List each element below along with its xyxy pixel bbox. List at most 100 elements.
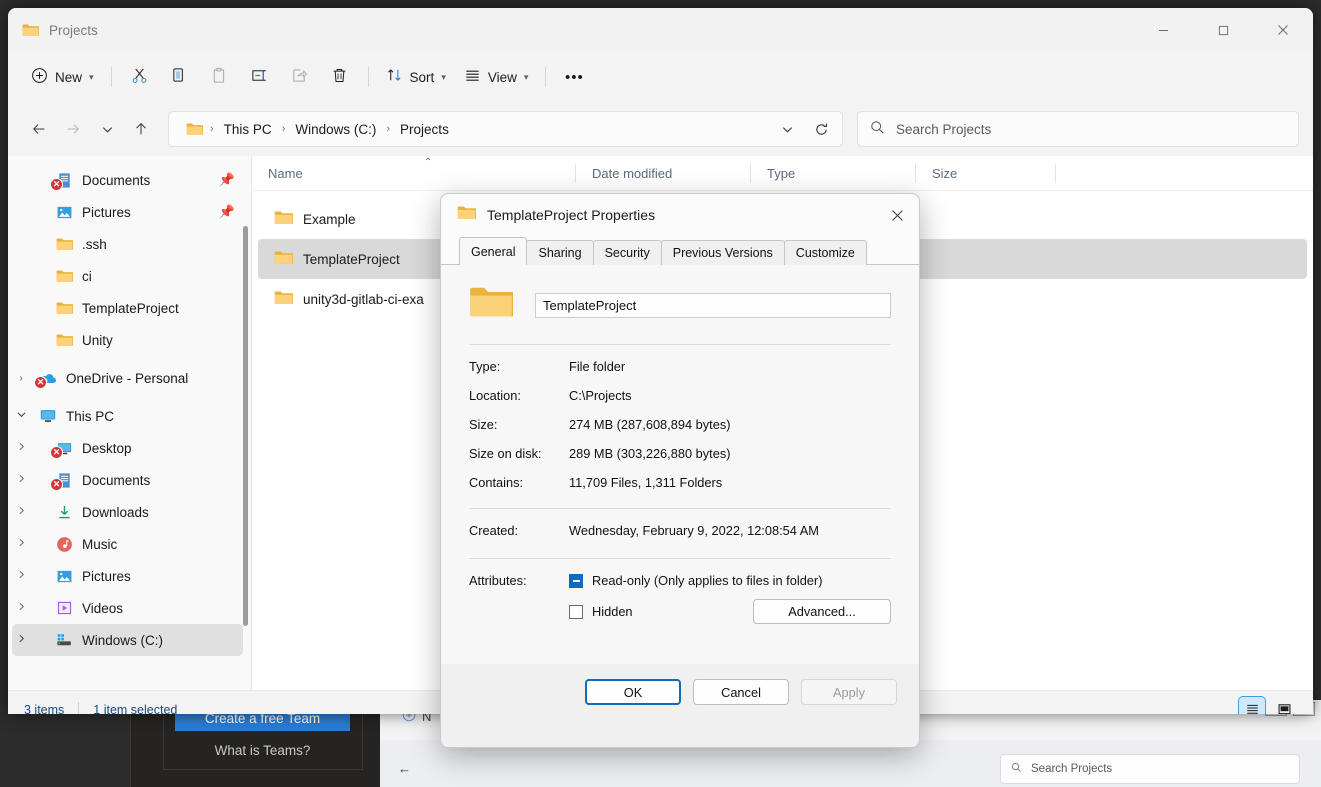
sort-ascending-icon: ⌃ [424,156,433,168]
forward-button[interactable] [56,112,90,146]
new-button[interactable]: New ▾ [22,60,103,94]
column-header-type[interactable]: Type [751,156,916,191]
column-header-date-label: Date modified [592,165,673,181]
attributes-label: Attributes: [469,573,527,588]
breadcrumb-item-projects[interactable]: Projects [394,119,455,140]
expand-arrow[interactable] [12,506,30,518]
refresh-button[interactable] [804,112,838,146]
expand-arrow[interactable] [12,634,30,646]
address-dropdown-button[interactable] [770,112,804,146]
readonly-checkbox[interactable] [569,573,583,588]
sidebar-item-music[interactable]: Music [12,528,243,560]
background-explorer-search[interactable]: Search Projects [1000,754,1300,784]
error-badge-icon: ✕ [34,376,47,389]
recent-locations-button[interactable] [90,112,124,146]
large-icons-view-button[interactable] [1271,697,1297,714]
view-button[interactable]: View ▾ [455,60,538,94]
sidebar-item-desktop[interactable]: ✕ Desktop [12,432,243,464]
sidebar-item-ci[interactable]: ci [12,260,243,292]
up-button[interactable] [124,112,158,146]
close-button[interactable] [1253,8,1313,52]
paste-icon [211,67,228,87]
share-button[interactable] [280,60,320,94]
sidebar-item-documents-quick[interactable]: ✕ Documents 📌 [12,164,243,196]
documents-icon: ✕ [50,471,74,491]
tab-general[interactable]: General [459,237,528,266]
error-badge-icon: ✕ [50,178,63,191]
folder-name-input[interactable]: TemplateProject [535,293,891,318]
expand-arrow[interactable] [12,570,30,582]
more-options-button[interactable]: ••• [554,60,594,94]
minimize-button[interactable] [1133,8,1193,52]
back-button[interactable] [22,112,56,146]
sidebar-item-downloads[interactable]: Downloads [12,496,243,528]
cut-button[interactable] [120,60,160,94]
tab-customize[interactable]: Customize [783,240,867,265]
tab-security[interactable]: Security [592,240,662,265]
breadcrumb-item-windows-c[interactable]: Windows (C:) [289,119,382,140]
sort-button[interactable]: Sort ▾ [377,60,455,94]
sidebar-item-documents[interactable]: ✕ Documents [12,464,243,496]
sidebar-item-pictures-quick[interactable]: Pictures 📌 [12,196,243,228]
sidebar-item-label: Documents [82,172,151,188]
background-what-is-teams-link[interactable]: What is Teams? [175,740,350,760]
tab-previous-versions[interactable]: Previous Versions [660,240,785,265]
copy-button[interactable] [160,60,200,94]
pin-icon[interactable]: 📌 [219,172,235,188]
sidebar-item-onedrive-personal[interactable]: › ✕ OneDrive - Personal [12,362,243,394]
search-input[interactable]: Search Projects [857,111,1299,147]
sidebar-item-label: Desktop [82,440,132,456]
background-explorer-back-arrow[interactable]: ← [398,761,411,776]
maximize-button[interactable] [1193,8,1253,52]
address-row: › This PC › Windows (C:) › Projects Sear… [8,102,1313,156]
expand-arrow[interactable] [12,602,30,614]
dialog-close-button[interactable] [875,194,919,236]
breadcrumb-item-this-pc[interactable]: This PC [218,119,278,140]
paste-button[interactable] [200,60,240,94]
column-header-name[interactable]: Name ⌃ [252,156,576,191]
thispc-icon [38,407,58,425]
delete-button[interactable] [320,60,360,94]
share-icon [291,67,308,87]
sidebar-item-windows-c[interactable]: Windows (C:) [12,624,243,656]
hidden-checkbox[interactable] [569,604,583,619]
ok-button[interactable]: OK [585,679,681,705]
expand-arrow[interactable]: › [12,373,30,384]
sidebar-item-pictures[interactable]: Pictures [12,560,243,592]
sidebar-item-videos[interactable]: Videos [12,592,243,624]
background-explorer-address: ← [398,752,958,784]
background-explorer-search-label: Search Projects [1031,763,1113,775]
sidebar-item-this-pc[interactable]: This PC [12,400,243,432]
command-toolbar: New ▾ Sort ▾ View ▾ ••• [8,52,1313,102]
hidden-attribute[interactable]: Hidden Advanced... [569,599,891,624]
collapse-arrow[interactable] [12,409,30,423]
column-header-size[interactable]: Size [916,156,1056,191]
sidebar-item-templateproject[interactable]: TemplateProject [12,292,243,324]
readonly-attribute[interactable]: Read-only (Only applies to files in fold… [569,573,891,588]
rename-button[interactable] [240,60,280,94]
search-icon [870,120,885,138]
advanced-button[interactable]: Advanced... [753,599,891,624]
pin-icon[interactable]: 📌 [219,204,235,220]
property-size: Size: 274 MB (287,608,894 bytes) [469,417,891,432]
cancel-button[interactable]: Cancel [693,679,789,705]
details-view-button[interactable] [1238,695,1266,714]
pictures-icon [54,203,74,221]
error-badge-icon: ✕ [50,446,63,459]
sidebar-scrollbar[interactable] [243,226,248,626]
expand-arrow[interactable] [12,442,30,454]
sidebar-item-label: Windows (C:) [82,632,164,648]
expand-arrow[interactable] [12,538,30,550]
sidebar-item-unity[interactable]: Unity [12,324,243,356]
expand-arrow[interactable] [12,474,30,486]
tab-sharing[interactable]: Sharing [526,240,594,265]
address-bar[interactable]: › This PC › Windows (C:) › Projects [168,111,843,147]
apply-button[interactable]: Apply [801,679,897,705]
sidebar-item-ssh[interactable]: .ssh [12,228,243,260]
sort-button-label: Sort [409,69,435,85]
dialog-tab-strip: General Sharing Security Previous Versio… [441,236,919,266]
breadcrumb-separator: › [281,123,286,135]
column-header-date-modified[interactable]: Date modified [576,156,751,191]
breadcrumb-separator: › [210,123,214,135]
dialog-body-general: TemplateProject Type: File folder Locati… [441,265,919,720]
